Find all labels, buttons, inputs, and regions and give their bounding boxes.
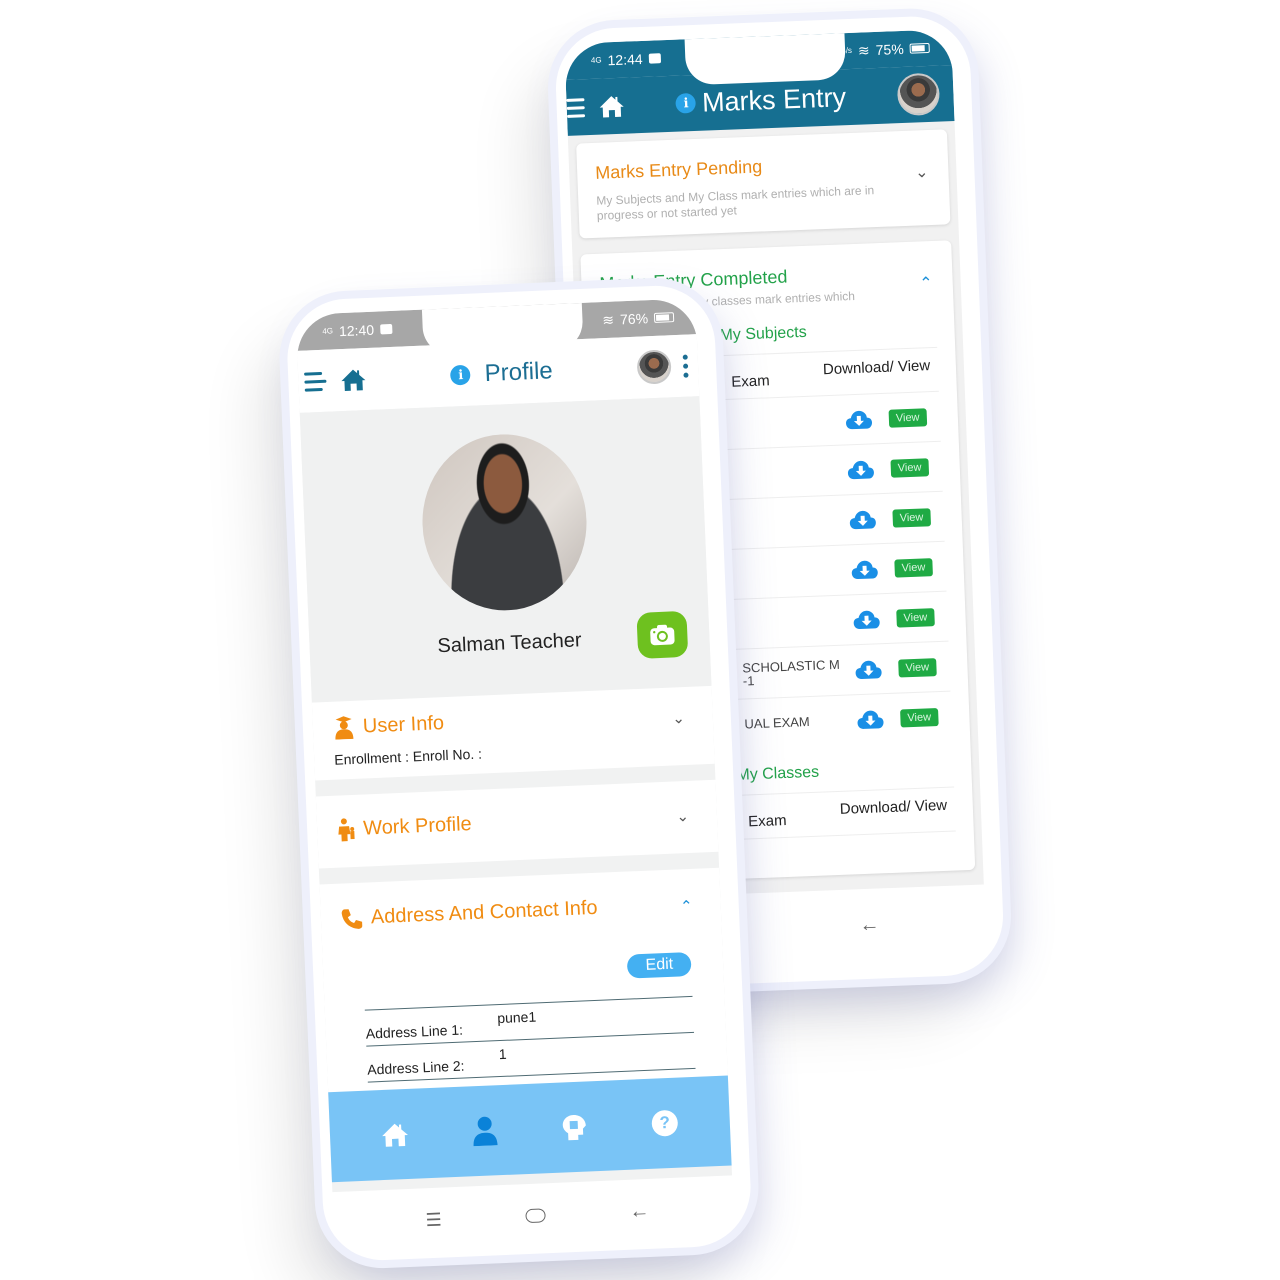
profile-phone: 4G 12:40 ≋ 76% i Profile Salman Teacher xyxy=(285,283,753,1263)
view-button[interactable]: View xyxy=(896,607,935,628)
wifi-icon: ≋ xyxy=(601,311,615,328)
profile-name: Salman Teacher xyxy=(437,629,583,658)
home-icon[interactable] xyxy=(340,367,367,392)
tab-home[interactable] xyxy=(379,1119,410,1150)
chevron-down-icon[interactable]: ⌄ xyxy=(676,807,689,826)
wifi-icon: ≋ xyxy=(857,41,870,59)
view-button[interactable]: View xyxy=(890,457,929,478)
hamburger-icon[interactable] xyxy=(566,97,586,118)
battery-percent: 76% xyxy=(619,310,649,328)
user-info-title: User Info xyxy=(362,711,445,737)
work-profile-section[interactable]: Work Profile ⌄ xyxy=(315,779,719,869)
col-download-view: Download/ View xyxy=(822,357,931,379)
view-button[interactable]: View xyxy=(900,707,939,728)
page-title: Profile xyxy=(484,357,554,388)
edit-button[interactable]: Edit xyxy=(627,951,692,979)
user-avatar[interactable] xyxy=(896,72,941,117)
profile-header: Salman Teacher xyxy=(299,396,712,703)
message-icon xyxy=(648,53,661,64)
bottom-tab-bar: ? xyxy=(328,1075,732,1183)
phone-icon xyxy=(341,908,363,929)
cloud-download-icon[interactable] xyxy=(846,459,875,480)
battery-icon xyxy=(653,312,675,323)
system-back-button[interactable]: ← xyxy=(629,1199,650,1223)
chevron-up-icon[interactable]: ⌃ xyxy=(680,897,693,916)
chevron-up-icon[interactable]: ⌃ xyxy=(919,273,933,293)
home-icon xyxy=(382,1123,408,1147)
camera-button[interactable] xyxy=(636,610,689,659)
tab-learning[interactable] xyxy=(559,1111,590,1142)
field-value: pune1 xyxy=(496,1008,537,1027)
kebab-menu-icon[interactable] xyxy=(682,354,689,378)
system-home-button[interactable] xyxy=(525,1208,546,1224)
user-info-section[interactable]: User Info Enrollment : Enroll No. : ⌄ xyxy=(311,685,715,781)
cloud-download-icon[interactable] xyxy=(848,509,877,530)
work-profile-icon xyxy=(338,818,355,842)
help-icon: ? xyxy=(651,1109,679,1137)
status-time: 12:40 xyxy=(338,321,375,340)
enrollment-text: Enrollment : Enroll No. : xyxy=(333,745,483,768)
col-download-view: Download/ View xyxy=(839,796,948,818)
status-time: 12:44 xyxy=(607,50,643,69)
view-button[interactable]: View xyxy=(892,507,931,528)
cloud-download-icon[interactable] xyxy=(845,409,874,430)
chevron-down-icon[interactable]: ⌄ xyxy=(915,162,929,182)
graduate-icon xyxy=(335,716,354,740)
work-profile-title: Work Profile xyxy=(362,812,473,840)
address-contact-title[interactable]: Address And Contact Info xyxy=(370,897,598,929)
marks-pending-card[interactable]: Marks Entry Pending My Subjects and My C… xyxy=(576,129,951,239)
battery-icon xyxy=(909,42,930,54)
pending-title: Marks Entry Pending xyxy=(594,156,763,183)
profile-screen: 4G 12:40 ≋ 76% i Profile Salman Teacher xyxy=(295,298,733,1193)
cloud-download-icon[interactable] xyxy=(852,609,881,630)
view-button[interactable]: View xyxy=(894,557,933,578)
field-value: 1 xyxy=(498,1045,507,1063)
info-icon: i xyxy=(675,92,697,114)
field-label: Address Line 2: xyxy=(366,1057,465,1078)
user-icon xyxy=(473,1116,498,1147)
home-icon[interactable] xyxy=(598,94,625,119)
battery-percent: 75% xyxy=(875,40,905,58)
pending-description: My Subjects and My Class mark entries wh… xyxy=(596,183,875,223)
profile-photo xyxy=(418,431,591,614)
chevron-down-icon[interactable]: ⌄ xyxy=(672,709,685,728)
notch xyxy=(421,302,584,356)
info-icon: i xyxy=(450,364,472,386)
cloud-download-icon[interactable] xyxy=(854,659,883,680)
field-label: Address Line 1: xyxy=(365,1021,464,1042)
system-recents-button[interactable]: ☰ xyxy=(425,1209,442,1231)
head-puzzle-icon xyxy=(562,1115,586,1141)
tab-profile[interactable] xyxy=(469,1115,500,1147)
cloud-download-icon[interactable] xyxy=(850,559,879,580)
view-button[interactable]: View xyxy=(898,657,937,678)
camera-icon xyxy=(650,624,675,646)
page-title: Marks Entry xyxy=(701,81,847,118)
notch xyxy=(684,33,846,86)
user-avatar[interactable] xyxy=(636,349,672,385)
hamburger-icon[interactable] xyxy=(304,371,327,392)
tab-help[interactable]: ? xyxy=(649,1108,680,1139)
network-indicator: 4G xyxy=(590,55,602,65)
system-back-button[interactable]: ← xyxy=(859,913,880,937)
cloud-download-icon[interactable] xyxy=(856,709,885,730)
message-icon xyxy=(379,323,393,335)
network-indicator: 4G xyxy=(322,326,334,336)
view-button[interactable]: View xyxy=(888,407,927,428)
